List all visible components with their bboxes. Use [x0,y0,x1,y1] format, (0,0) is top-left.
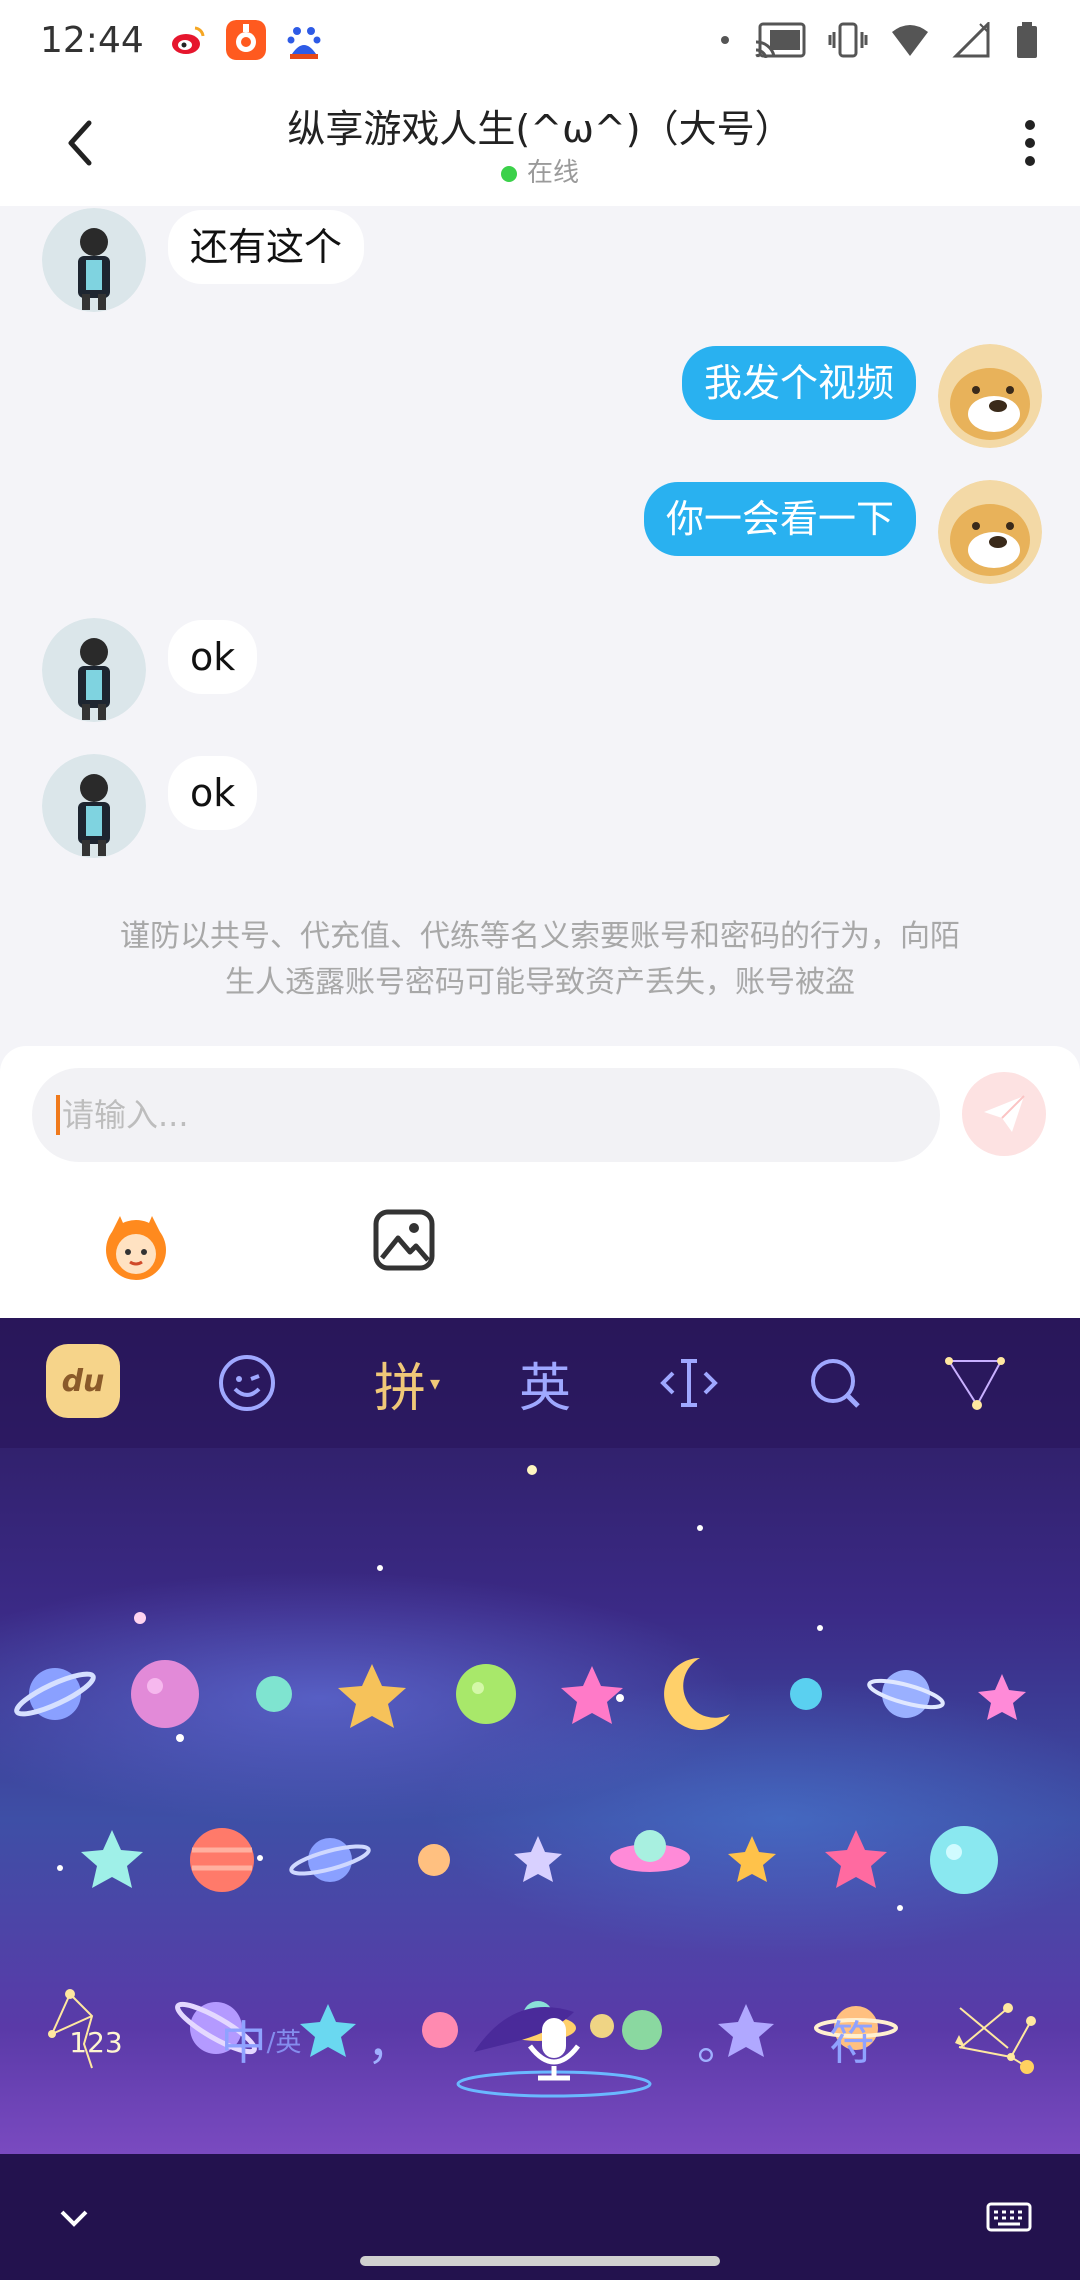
message-row-incoming: ok [42,754,258,858]
microphone-icon [456,2007,652,2098]
enter-key[interactable] [940,1992,1050,2092]
vibrate-icon [828,22,868,58]
text-cursor-icon [660,1359,718,1407]
system-navigation-bar [0,2154,1080,2280]
contact-name: 纵享游戏人生(^ω^)（大号） [287,107,793,151]
image-picker-button[interactable] [370,1206,438,1274]
message-input[interactable] [62,1096,882,1134]
search-button[interactable] [800,1348,870,1418]
composer-panel [0,1046,1080,1318]
game-app-icon [225,20,266,60]
message-row-incoming: ok [42,618,258,722]
english-mode-button[interactable]: 英 [510,1348,580,1419]
keyboard-toolbar: du 拼 ▾ 英 [0,1318,1080,1448]
en-label: /英 [266,2027,302,2058]
message-bubble[interactable]: 还有这个 [168,210,365,284]
planet-row-2 [81,1826,998,1894]
text-caret [56,1095,60,1135]
dot-icon [721,36,729,44]
home-indicator[interactable] [360,2256,720,2266]
notification-icons [167,20,324,60]
message-row-outgoing: 我发个视频 [681,344,1042,448]
baidu-icon [283,20,324,60]
number-key[interactable]: 123 [36,2002,156,2082]
more-options-button[interactable] [1000,110,1060,176]
ime-keyboard: du 拼 ▾ 英 123 中 /英 ， 。 符 [0,1318,1080,2154]
pinyin-mode-button[interactable]: 拼 ▾ [362,1348,452,1419]
message-bubble[interactable]: ok [168,756,258,830]
hide-keyboard-button[interactable] [54,2204,94,2234]
signal-icon [952,22,990,58]
send-button[interactable] [962,1072,1046,1156]
keyboard-bottom-row: 123 中/英 ， 。 符 [0,1978,1080,2118]
message-list[interactable]: 还有这个 我发个视频 你一会看一下 ok ok 谨防以共号、代充值、代练等名义索… [0,206,1080,1046]
message-row-outgoing: 你一会看一下 [643,480,1042,584]
planet-row-1 [14,1658,1026,1730]
message-bubble[interactable]: 你一会看一下 [643,482,916,556]
weibo-icon [167,20,208,60]
comma-key[interactable]: ， [360,1998,420,2082]
ime-logo-button[interactable]: du [46,1344,120,1418]
contact-avatar[interactable] [42,754,146,858]
my-avatar[interactable] [938,344,1042,448]
security-warning: 谨防以共号、代充值、代练等名义索要账号和密码的行为，向陌 生人透露账号密码可能导… [80,914,1000,1006]
skin-button[interactable] [940,1348,1010,1418]
cursor-move-button[interactable] [654,1348,724,1418]
wifi-icon [892,25,928,56]
system-status-icons [718,22,1040,58]
online-status-label: 在线 [526,158,579,188]
online-status: 在线 [0,152,1080,189]
chat-header: 纵享游戏人生(^ω^)（大号） 在线 [0,80,1080,206]
zh-label: 中 [220,2016,267,2070]
contact-avatar[interactable] [42,208,146,312]
caret-down-icon: ▾ [429,1371,441,1395]
sticker-button[interactable] [96,1206,176,1286]
warning-line-1: 谨防以共号、代充值、代练等名义索要账号和密码的行为，向陌 [120,919,960,954]
warning-line-2: 生人透露账号密码可能导致资产丢失，账号被盗 [225,965,855,1000]
emoji-button[interactable] [212,1348,282,1418]
constellation-icon [945,1357,1005,1410]
search-icon [811,1359,860,1408]
status-time: 12:44 [40,19,144,61]
status-bar: 12:44 [0,0,1080,80]
pinyin-label: 拼 [373,1358,426,1419]
constellation-enter-icon [955,2016,1036,2074]
message-input-box[interactable] [32,1068,940,1162]
keyboard-switch-icon[interactable] [986,2202,1032,2232]
symbol-key[interactable]: 符 [802,1998,902,2082]
message-bubble[interactable]: 我发个视频 [681,346,916,420]
message-row-incoming: 还有这个 [42,208,365,312]
send-icon [984,1095,1025,1132]
cast-icon [755,22,806,58]
my-avatar[interactable] [938,480,1042,584]
online-dot-icon [500,165,517,182]
contact-avatar[interactable] [42,618,146,722]
message-bubble[interactable]: ok [168,620,258,694]
battery-icon [1017,22,1037,58]
period-key[interactable]: 。 [690,1998,750,2082]
voice-input-key[interactable] [454,1982,654,2102]
zh-en-switch-key[interactable]: 中/英 [206,1998,316,2082]
smiley-icon [219,1355,275,1411]
